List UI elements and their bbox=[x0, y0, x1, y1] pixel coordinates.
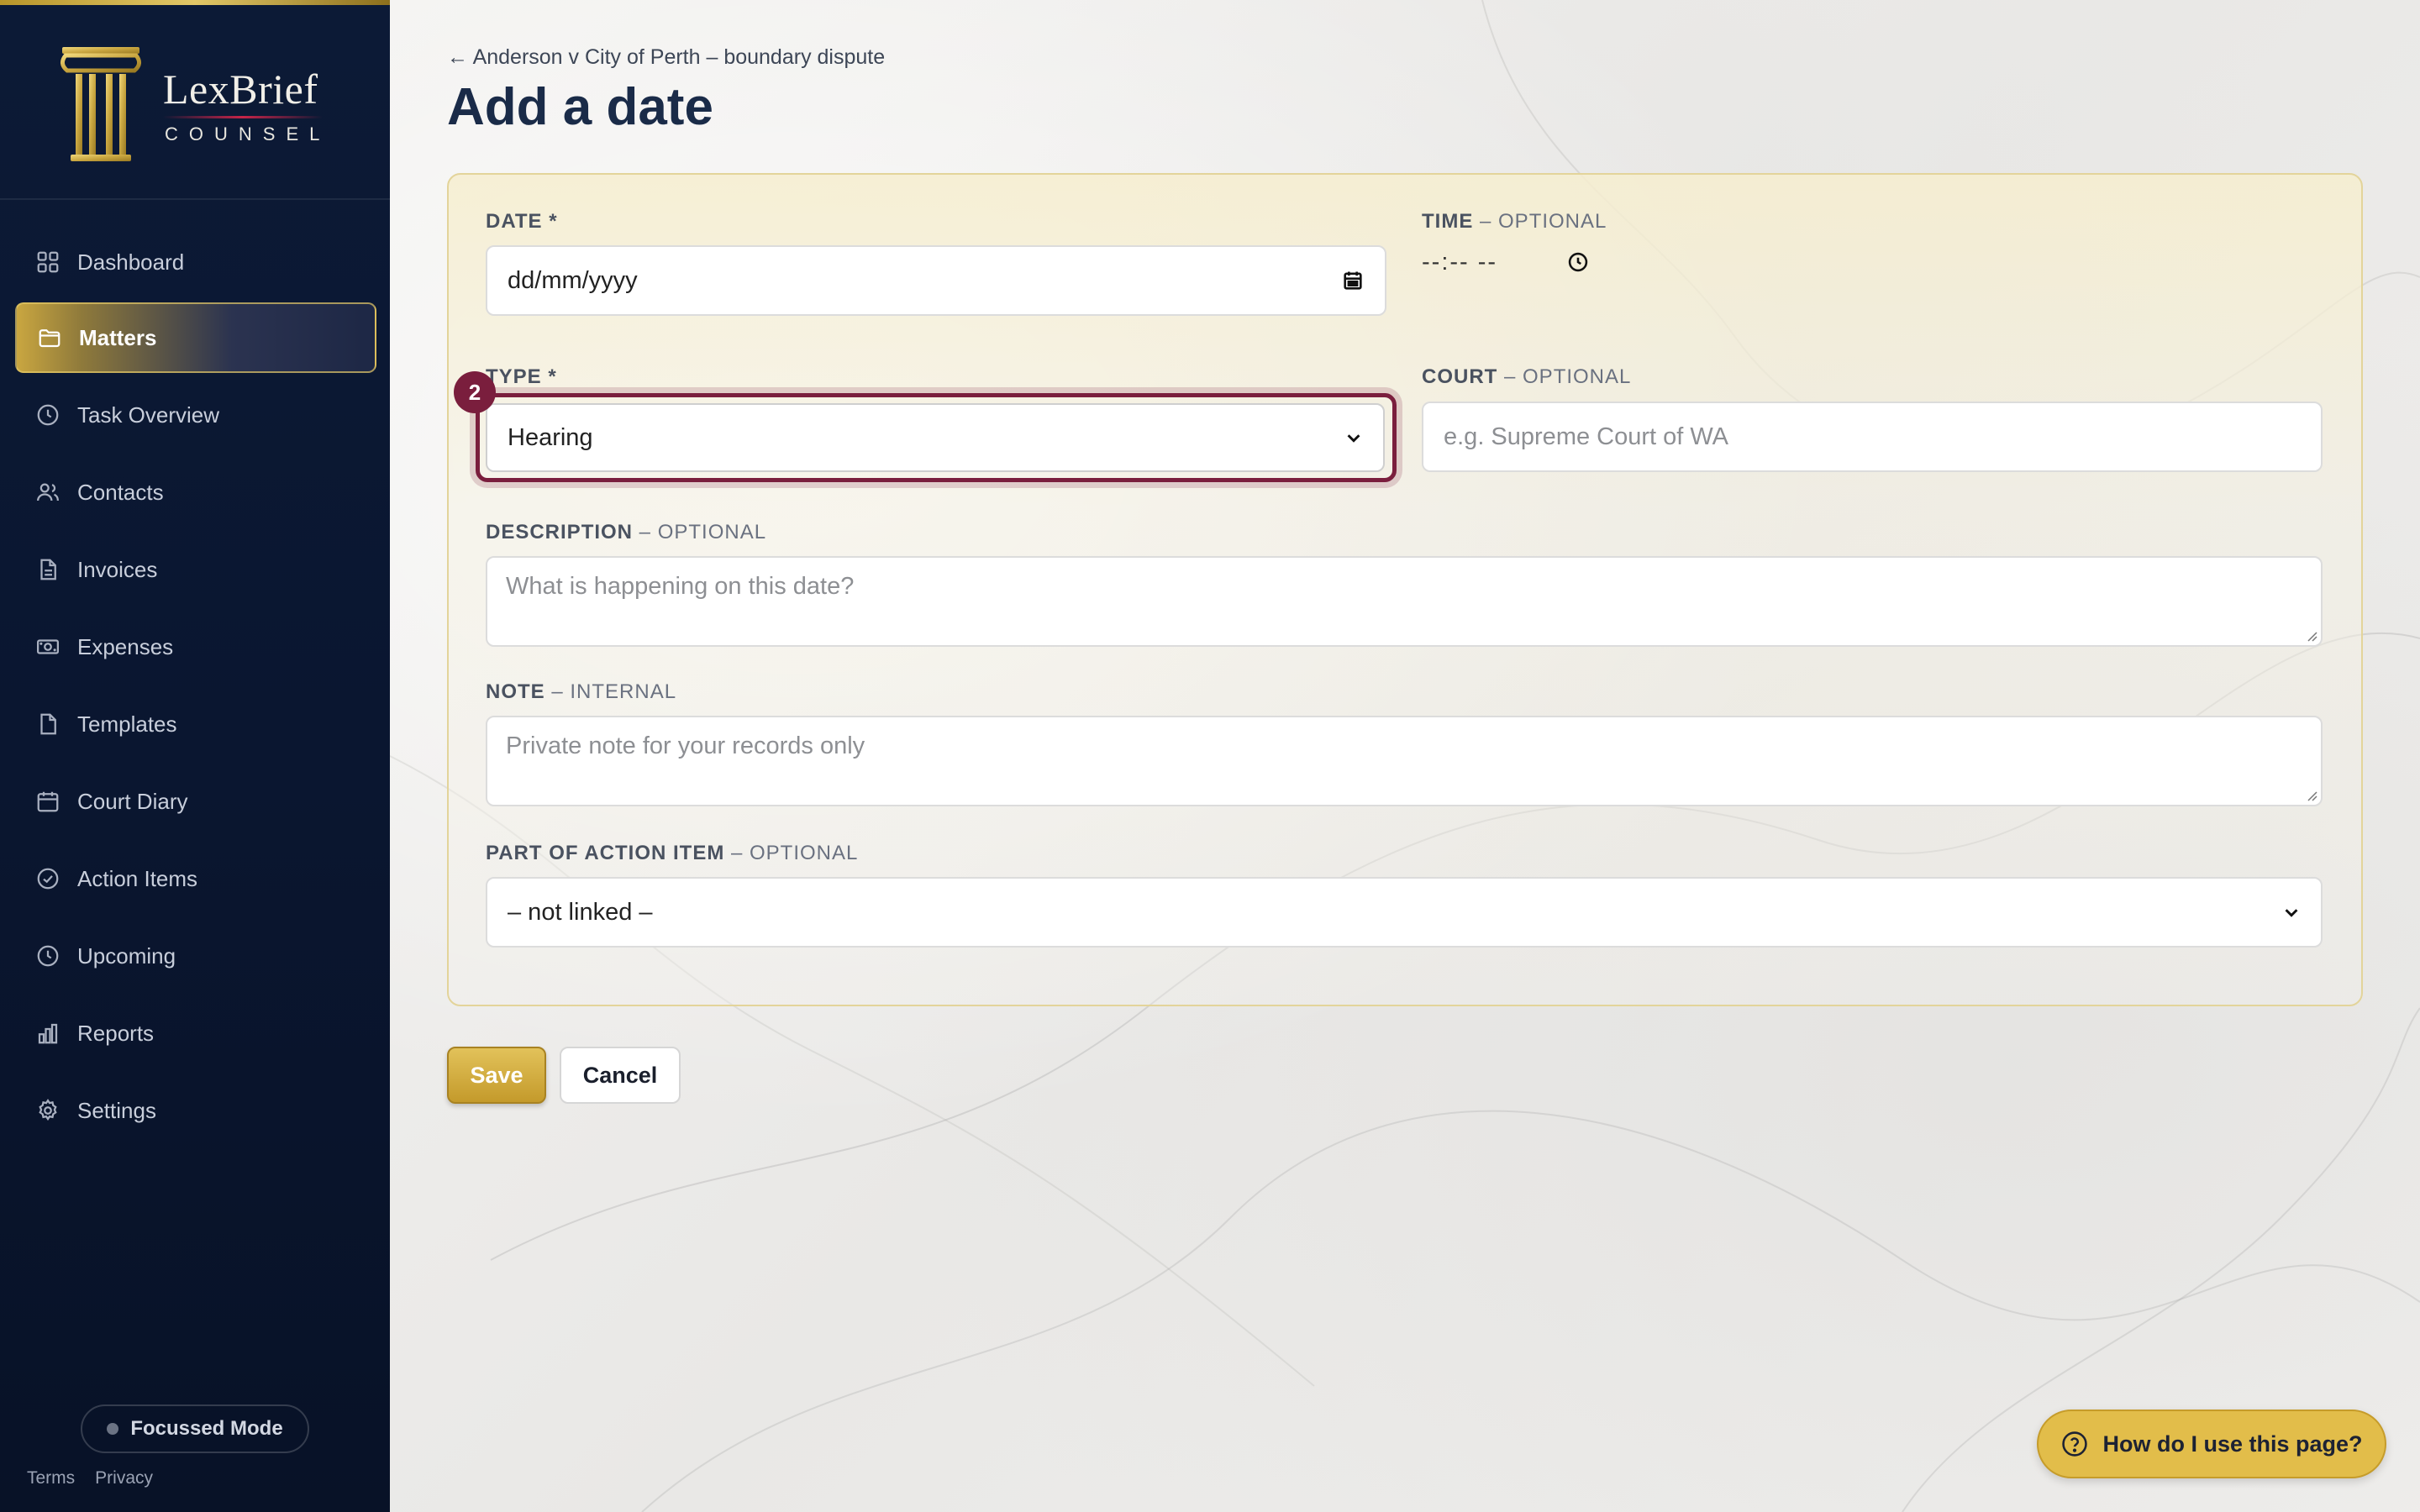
court-input[interactable]: e.g. Supreme Court of WA bbox=[1422, 402, 2323, 472]
breadcrumb-back-link[interactable]: ← Anderson v City of Perth – boundary di… bbox=[447, 45, 885, 70]
court-label: COURT – OPTIONAL bbox=[1422, 365, 1632, 388]
sidebar-item-action-items[interactable]: Action Items bbox=[15, 843, 376, 914]
note-label: NOTE – INTERNAL bbox=[486, 680, 677, 703]
pillar-icon bbox=[60, 47, 141, 161]
sidebar-item-label: Action Items bbox=[77, 865, 198, 891]
sidebar-item-label: Contacts bbox=[77, 479, 164, 505]
description-placeholder: What is happening on this date? bbox=[506, 573, 855, 600]
chevron-down-icon bbox=[1347, 434, 1360, 443]
clock-icon[interactable] bbox=[1566, 250, 1590, 274]
type-selected-value: Hearing bbox=[508, 423, 593, 451]
check-circle-icon bbox=[37, 868, 59, 890]
time-label: TIME – OPTIONAL bbox=[1422, 210, 1607, 233]
date-placeholder: dd/mm/yyyy bbox=[508, 266, 638, 294]
note-placeholder: Private note for your records only bbox=[506, 732, 865, 759]
sidebar-item-label: Upcoming bbox=[77, 942, 176, 969]
clock-icon bbox=[37, 404, 59, 426]
type-label: TYPE * bbox=[486, 365, 557, 388]
banknote-icon bbox=[37, 639, 59, 654]
time-value: --:-- -- bbox=[1422, 249, 1498, 276]
sidebar-item-templates[interactable]: Templates bbox=[15, 689, 376, 759]
action-item-selected-value: – not linked – bbox=[508, 898, 653, 926]
brand-subtitle: COUNSEL bbox=[165, 123, 331, 144]
sidebar-item-invoices[interactable]: Invoices bbox=[15, 534, 376, 605]
sidebar-item-expenses[interactable]: Expenses bbox=[15, 612, 376, 682]
description-label: DESCRIPTION – OPTIONAL bbox=[486, 521, 767, 543]
file-icon bbox=[40, 559, 56, 580]
sidebar: LexBrief COUNSEL Dashboard Matters Task … bbox=[0, 0, 390, 1512]
privacy-link[interactable]: Privacy bbox=[95, 1468, 153, 1488]
clock-icon bbox=[37, 945, 59, 967]
sidebar-item-label: Invoices bbox=[77, 556, 158, 582]
sidebar-item-label: Templates bbox=[77, 711, 177, 737]
sidebar-item-contacts[interactable]: Contacts bbox=[15, 457, 376, 528]
terms-link[interactable]: Terms bbox=[27, 1468, 75, 1488]
sidebar-item-label: Settings bbox=[77, 1097, 156, 1123]
brand-divider bbox=[163, 115, 323, 118]
sidebar-accent-line bbox=[0, 0, 390, 5]
help-circle-icon bbox=[2062, 1431, 2088, 1457]
sidebar-item-court-diary[interactable]: Court Diary bbox=[15, 766, 376, 837]
sidebar-item-matters[interactable]: Matters bbox=[15, 302, 376, 373]
note-textarea[interactable]: Private note for your records only bbox=[486, 716, 2323, 806]
calendar-icon[interactable] bbox=[1341, 269, 1365, 292]
step-badge: 2 bbox=[454, 371, 496, 413]
brand-logo[interactable]: LexBrief COUNSEL bbox=[57, 42, 334, 168]
action-item-label: PART OF ACTION ITEM – OPTIONAL bbox=[486, 842, 859, 864]
help-button[interactable]: How do I use this page? bbox=[2037, 1410, 2386, 1478]
date-label: DATE * bbox=[486, 210, 558, 233]
grid-icon bbox=[37, 251, 59, 273]
save-button[interactable]: Save bbox=[447, 1047, 546, 1104]
description-textarea[interactable]: What is happening on this date? bbox=[486, 556, 2323, 647]
resize-handle-icon[interactable] bbox=[2306, 790, 2317, 801]
page-title: Add a date bbox=[447, 78, 713, 136]
sidebar-divider bbox=[0, 198, 390, 200]
document-icon bbox=[40, 713, 56, 735]
focused-mode-label: Focussed Mode bbox=[130, 1417, 283, 1440]
date-input[interactable]: dd/mm/yyyy bbox=[486, 245, 1386, 316]
sidebar-item-dashboard[interactable]: Dashboard bbox=[15, 227, 376, 297]
sidebar-item-label: Court Diary bbox=[77, 788, 188, 814]
status-dot bbox=[107, 1423, 119, 1435]
sidebar-item-label: Reports bbox=[77, 1020, 155, 1046]
bar-chart-icon bbox=[38, 1023, 58, 1044]
sidebar-item-label: Expenses bbox=[77, 633, 174, 659]
gear-icon bbox=[39, 1099, 57, 1121]
court-placeholder: e.g. Supreme Court of WA bbox=[1444, 423, 1729, 450]
sidebar-item-upcoming[interactable]: Upcoming bbox=[15, 921, 376, 991]
sidebar-item-reports[interactable]: Reports bbox=[15, 998, 376, 1068]
time-input[interactable]: --:-- -- bbox=[1422, 249, 1497, 276]
help-label: How do I use this page? bbox=[2102, 1431, 2363, 1457]
sidebar-item-task-overview[interactable]: Task Overview bbox=[15, 380, 376, 450]
calendar-icon bbox=[37, 791, 59, 812]
folder-icon bbox=[39, 329, 60, 348]
brand-name: LexBrief bbox=[163, 65, 318, 113]
type-select[interactable]: Hearing bbox=[486, 403, 1385, 472]
chevron-down-icon bbox=[2285, 909, 2298, 917]
cancel-button[interactable]: Cancel bbox=[560, 1047, 681, 1104]
sidebar-footer: Terms Privacy bbox=[27, 1468, 153, 1488]
sidebar-item-settings[interactable]: Settings bbox=[15, 1075, 376, 1146]
users-icon bbox=[37, 483, 59, 501]
sidebar-item-label: Task Overview bbox=[77, 402, 220, 428]
sidebar-item-label: Dashboard bbox=[77, 249, 185, 275]
resize-handle-icon[interactable] bbox=[2306, 630, 2317, 642]
action-item-select[interactable]: – not linked – bbox=[486, 877, 2323, 948]
sidebar-item-label: Matters bbox=[79, 324, 157, 350]
focused-mode-toggle[interactable]: Focussed Mode bbox=[81, 1404, 309, 1453]
